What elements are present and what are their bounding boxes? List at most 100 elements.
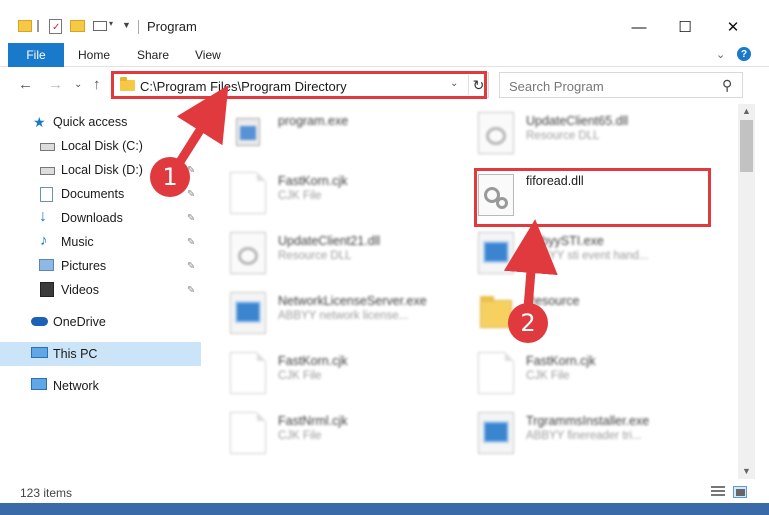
file-item[interactable]: UpdateClient21.dll Resource DLL bbox=[230, 228, 470, 282]
drive-icon bbox=[40, 140, 56, 154]
file-item[interactable]: program.exe bbox=[230, 108, 470, 162]
file-item[interactable]: UpdateClient65.dll Resource DLL bbox=[478, 108, 718, 162]
address-path[interactable]: C:\Program Files\Program Directory bbox=[140, 79, 347, 94]
exe-icon bbox=[230, 292, 266, 334]
scroll-thumb[interactable] bbox=[740, 120, 753, 172]
details-view-icon[interactable] bbox=[711, 486, 725, 498]
title-bar: ✓ ▾ ▼ Program — ☐ ✕ bbox=[0, 0, 769, 42]
file-item[interactable]: AbbyySTI.exe ABBYY sti event hand... bbox=[478, 228, 718, 282]
file-type: CJK File bbox=[526, 370, 570, 382]
sidebar-item-label: This PC bbox=[53, 347, 98, 361]
separator bbox=[138, 20, 139, 34]
collapse-ribbon-icon[interactable]: ⌄ bbox=[716, 48, 725, 61]
tab-file[interactable]: File bbox=[8, 43, 64, 67]
file-item[interactable]: FastKorn.cjk CJK File bbox=[478, 348, 718, 402]
scroll-up-icon[interactable]: ▲ bbox=[742, 106, 751, 116]
file-name: program.exe bbox=[278, 114, 349, 128]
search-box[interactable]: Search Program ⚲ bbox=[499, 72, 743, 98]
tab-home[interactable]: Home bbox=[78, 48, 110, 62]
document-icon bbox=[230, 412, 266, 454]
file-name: AbbyySTI.exe bbox=[526, 234, 604, 248]
file-item-selected-target[interactable]: fiforead.dll bbox=[478, 170, 718, 224]
document-icon bbox=[230, 352, 266, 394]
pc-icon bbox=[31, 347, 48, 361]
file-item[interactable]: FastKorn.cjk CJK File bbox=[230, 348, 470, 402]
pin-icon[interactable]: ✎ bbox=[187, 261, 195, 272]
music-icon: ♪ bbox=[40, 232, 48, 249]
customize-toolbar-icon[interactable]: ▾ bbox=[93, 17, 115, 35]
file-type: ABBYY sti event hand... bbox=[526, 250, 649, 262]
help-icon[interactable]: ? bbox=[737, 47, 751, 61]
status-bar: 123 items bbox=[0, 481, 769, 503]
pin-icon[interactable]: ✎ bbox=[187, 141, 195, 152]
exe-icon bbox=[230, 112, 266, 154]
ribbon: File Home Share View ⌄ ? bbox=[0, 42, 769, 67]
properties-icon[interactable]: ✓ bbox=[49, 17, 63, 35]
sidebar-item-onedrive[interactable]: OneDrive bbox=[0, 310, 201, 334]
folder-icon[interactable] bbox=[18, 17, 32, 35]
cloud-icon bbox=[31, 317, 48, 331]
sidebar-item-music[interactable]: ♪ Music ✎ bbox=[0, 230, 201, 254]
sidebar-item-label: Pictures bbox=[61, 259, 107, 273]
sidebar-item-label: Quick access bbox=[53, 115, 128, 129]
scroll-down-icon[interactable]: ▼ bbox=[742, 466, 751, 476]
file-item[interactable]: FastNrml.cjk CJK File bbox=[230, 408, 470, 462]
file-item[interactable]: FastKorn.cjk CJK File bbox=[230, 168, 470, 222]
item-count: 123 items bbox=[20, 486, 73, 500]
file-item[interactable]: TrgrammsInstaller.exe ABBYY finereader t… bbox=[478, 408, 718, 462]
step-badge-2: 2 bbox=[508, 303, 548, 343]
large-icons-view-icon[interactable] bbox=[733, 486, 747, 498]
close-button[interactable]: ✕ bbox=[710, 14, 756, 40]
exe-icon bbox=[478, 232, 514, 274]
vertical-scrollbar[interactable]: ▲ ▼ bbox=[738, 104, 755, 479]
sidebar-item-label: Local Disk (C:) bbox=[61, 139, 143, 153]
separator bbox=[37, 20, 39, 32]
pin-icon[interactable]: ✎ bbox=[187, 189, 195, 200]
sidebar-item-network[interactable]: Network bbox=[0, 374, 201, 398]
file-name: fiforead.dll bbox=[526, 174, 584, 188]
tab-view[interactable]: View bbox=[195, 48, 221, 62]
recent-locations-button[interactable]: ⌄ bbox=[74, 79, 82, 90]
document-icon bbox=[230, 172, 266, 214]
forward-button[interactable]: → bbox=[48, 76, 63, 93]
pin-icon[interactable]: ✎ bbox=[187, 237, 195, 248]
address-bar[interactable]: C:\Program Files\Program Directory ⌄ ↻ bbox=[113, 72, 489, 98]
minimize-button[interactable]: — bbox=[616, 14, 662, 40]
sidebar-item-local-disk-c[interactable]: Local Disk (C:) ✎ bbox=[0, 134, 201, 158]
file-item[interactable]: NetworkLicenseServer.exe ABBYY network l… bbox=[230, 288, 470, 342]
new-folder-icon[interactable] bbox=[70, 17, 85, 35]
document-icon bbox=[478, 352, 514, 394]
back-button[interactable]: ← bbox=[18, 76, 33, 93]
file-type: ABBYY network license... bbox=[278, 310, 409, 322]
sidebar-item-videos[interactable]: Videos ✎ bbox=[0, 278, 201, 302]
sidebar-item-this-pc[interactable]: This PC bbox=[0, 342, 201, 366]
up-button[interactable]: ↑ bbox=[93, 76, 101, 93]
sidebar-item-pictures[interactable]: Pictures ✎ bbox=[0, 254, 201, 278]
dll-icon bbox=[230, 232, 266, 274]
drive-icon bbox=[40, 164, 56, 178]
sidebar-item-downloads[interactable]: ↓ Downloads ✎ bbox=[0, 206, 201, 230]
sidebar-item-label: Local Disk (D:) bbox=[61, 163, 143, 177]
sidebar-item-quick-access[interactable]: ★ Quick access bbox=[0, 110, 201, 134]
file-name: FastNrml.cjk bbox=[278, 414, 348, 428]
address-dropdown-button[interactable]: ⌄ bbox=[450, 78, 458, 89]
maximize-button[interactable]: ☐ bbox=[662, 14, 708, 40]
exe-icon bbox=[478, 412, 514, 454]
sidebar-item-label: Music bbox=[61, 235, 94, 249]
documents-icon bbox=[40, 187, 56, 202]
search-icon: ⚲ bbox=[722, 77, 733, 93]
file-type: CJK File bbox=[278, 190, 322, 202]
file-name: FastKorn.cjk bbox=[278, 354, 348, 368]
star-icon: ★ bbox=[33, 114, 46, 130]
pin-icon[interactable]: ✎ bbox=[187, 213, 195, 224]
file-name: UpdateClient65.dll bbox=[526, 114, 629, 128]
chevron-down-icon[interactable]: ▼ bbox=[122, 20, 132, 38]
step-badge-1: 1 bbox=[150, 157, 190, 197]
file-name: NetworkLicenseServer.exe bbox=[278, 294, 427, 308]
file-name: UpdateClient21.dll bbox=[278, 234, 381, 248]
search-input[interactable]: Search Program bbox=[509, 79, 604, 94]
refresh-button[interactable]: ↻ bbox=[468, 75, 488, 95]
tab-share[interactable]: Share bbox=[137, 48, 169, 62]
pin-icon[interactable]: ✎ bbox=[187, 285, 195, 296]
dll-gear-icon bbox=[478, 174, 514, 216]
